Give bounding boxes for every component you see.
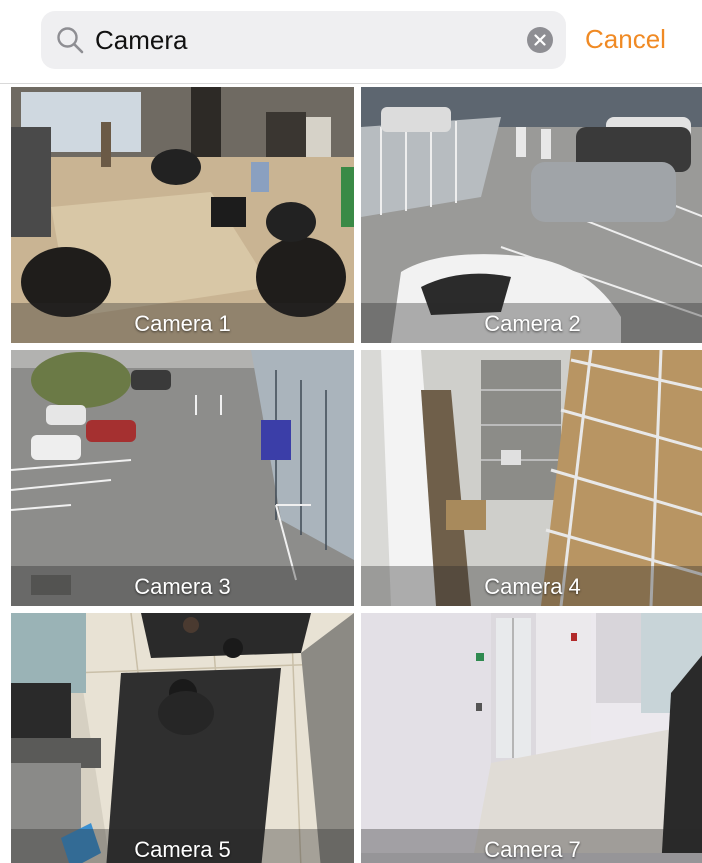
camera-tile-1[interactable]: Camera 1 (11, 87, 354, 343)
camera-label: Camera 3 (134, 574, 231, 599)
camera-tile-4[interactable]: Camera 4 (361, 350, 702, 606)
camera-label: Camera 1 (134, 311, 231, 336)
camera-tile-3[interactable]: Camera 3 (11, 350, 354, 606)
camera-feed-corridor (361, 613, 702, 863)
search-field[interactable] (41, 11, 566, 69)
camera-tile-2[interactable]: Camera 2 (361, 87, 702, 343)
clear-search-button[interactable] (527, 27, 553, 53)
camera-tile-7[interactable]: Camera 7 (361, 613, 702, 863)
cancel-button[interactable]: Cancel (585, 21, 666, 57)
camera-label: Camera 5 (134, 837, 231, 862)
camera-label: Camera 7 (484, 837, 581, 862)
camera-feed-entrance (11, 613, 354, 863)
search-bar: Cancel (0, 0, 702, 84)
camera-label: Camera 2 (484, 311, 581, 336)
camera-tile-5[interactable]: Camera 5 (11, 613, 354, 863)
camera-label: Camera 4 (484, 574, 581, 599)
search-icon (57, 27, 84, 54)
camera-grid: Camera 1 Camera 2 Camera 3 Camera 4 Came… (0, 84, 702, 863)
clear-icon (534, 34, 546, 46)
search-input[interactable] (95, 20, 515, 60)
